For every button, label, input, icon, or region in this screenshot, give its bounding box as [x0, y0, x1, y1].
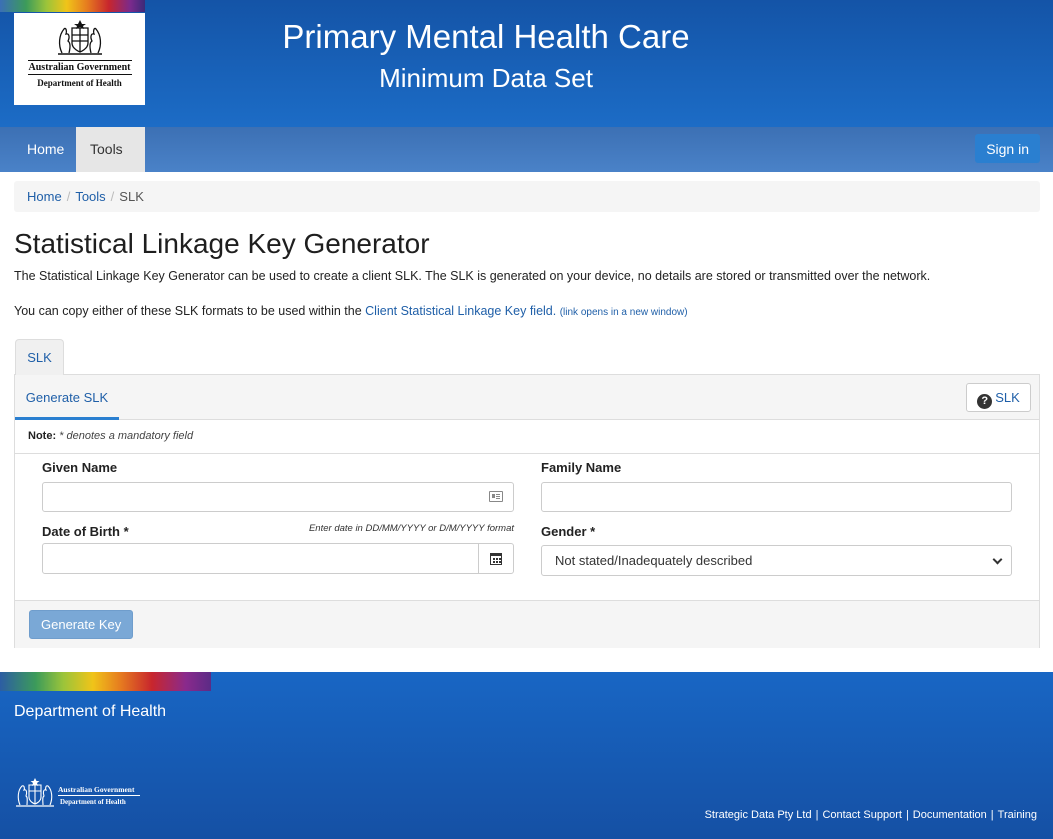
- contact-card-icon: [489, 491, 503, 502]
- slk-help-button[interactable]: ? SLK: [966, 383, 1031, 412]
- breadcrumb-tools[interactable]: Tools: [75, 189, 105, 204]
- slk-panel: Generate SLK ? SLK Note: * denotes a mand…: [14, 374, 1040, 648]
- dob-input[interactable]: [42, 543, 479, 574]
- tab-generate-slk[interactable]: Generate SLK: [15, 375, 119, 420]
- new-window-note: (link opens in a new window): [559, 307, 688, 318]
- footer-company: Strategic Data Pty Ltd: [704, 809, 812, 821]
- calendar-icon: [490, 553, 502, 565]
- site-title-line2: Minimum Data Set: [379, 63, 593, 93]
- dob-label: Date of Birth *: [42, 524, 129, 539]
- note-label: Note:: [28, 430, 57, 442]
- chevron-down-icon: [992, 554, 1003, 565]
- slk-form: Given Name Family Name Date of Birth * E…: [15, 454, 1039, 600]
- footer-separator: |: [990, 809, 994, 821]
- client-slk-field-link-text: Client Statistical Linkage Key field.: [365, 304, 557, 318]
- breadcrumb-separator: /: [110, 189, 115, 204]
- training-link[interactable]: Training: [998, 809, 1037, 821]
- footer-links: Strategic Data Pty Ltd | Contact Support | D…: [705, 809, 1037, 821]
- logo-text-department: Department of Health: [37, 78, 122, 88]
- contact-support-link[interactable]: Contact Support: [822, 809, 902, 821]
- breadcrumb-home[interactable]: Home: [27, 189, 62, 204]
- calendar-button[interactable]: [478, 543, 514, 574]
- copy-instructions: You can copy either of these SLK formats…: [14, 304, 688, 318]
- header-rainbow-strip: [0, 0, 145, 12]
- client-slk-field-link[interactable]: Client Statistical Linkage Key field. (l…: [365, 304, 687, 318]
- breadcrumb: Home / Tools / SLK: [14, 181, 1040, 212]
- given-name-label: Given Name: [42, 460, 118, 475]
- footer-gov-logo: Australian Government Department of Heal…: [14, 778, 140, 811]
- site-title: Primary Mental Health Care Minimum Data …: [230, 17, 742, 95]
- gender-select[interactable]: Not stated/Inadequately described: [541, 545, 1012, 576]
- panel-header: Generate SLK ? SLK: [15, 375, 1039, 420]
- footer-logo-department: Department of Health: [60, 798, 126, 806]
- panel-footer: Generate Key: [15, 600, 1039, 648]
- family-name-label: Family Name: [541, 460, 622, 475]
- nav-tools-label: Tools: [90, 141, 123, 157]
- generate-key-button[interactable]: Generate Key: [29, 610, 134, 639]
- gender-label: Gender *: [541, 524, 596, 539]
- intro-text: The Statistical Linkage Key Generator ca…: [14, 269, 931, 283]
- coat-of-arms-icon: [16, 778, 54, 807]
- slk-help-label: SLK: [995, 390, 1020, 405]
- nav-tools-dropdown[interactable]: Tools: [76, 127, 145, 198]
- given-name-input[interactable]: [42, 482, 514, 512]
- breadcrumb-current: SLK: [119, 189, 144, 204]
- logo-text-government: Australian Government: [27, 60, 132, 75]
- sign-in-button[interactable]: Sign in: [975, 134, 1040, 163]
- dob-format-hint: Enter date in DD/MM/YYYY or D/M/YYYY for…: [308, 523, 514, 534]
- breadcrumb-separator: /: [66, 189, 71, 204]
- nav-home[interactable]: Home: [13, 127, 78, 172]
- footer-separator: |: [815, 809, 819, 821]
- site-header: Australian Government Department of Heal…: [0, 0, 1053, 127]
- copy-prefix: You can copy either of these SLK formats…: [14, 304, 366, 318]
- note-text: * denotes a mandatory field: [59, 430, 194, 442]
- footer-separator: |: [905, 809, 909, 821]
- page-title: Statistical Linkage Key Generator: [14, 228, 430, 259]
- footer-logo-government: Australian Government: [58, 785, 140, 796]
- site-title-line1: Primary Mental Health Care: [282, 18, 690, 55]
- main-navbar: Home Tools Sign in: [0, 127, 1053, 198]
- gov-logo[interactable]: Australian Government Department of Heal…: [14, 13, 145, 105]
- footer-rainbow-strip: [0, 672, 211, 691]
- documentation-link[interactable]: Documentation: [913, 809, 987, 821]
- family-name-input[interactable]: [541, 482, 1012, 512]
- dob-input-group: [42, 543, 514, 574]
- tab-slk[interactable]: SLK: [15, 339, 64, 375]
- gender-selected-value: Not stated/Inadequately described: [555, 553, 753, 568]
- mandatory-note: Note: * denotes a mandatory field: [15, 420, 1039, 454]
- coat-of-arms-icon: [57, 20, 102, 55]
- site-footer: Department of Health Australian Governme…: [0, 672, 1053, 839]
- footer-department: Department of Health: [14, 703, 167, 720]
- question-circle-icon: ?: [977, 394, 993, 409]
